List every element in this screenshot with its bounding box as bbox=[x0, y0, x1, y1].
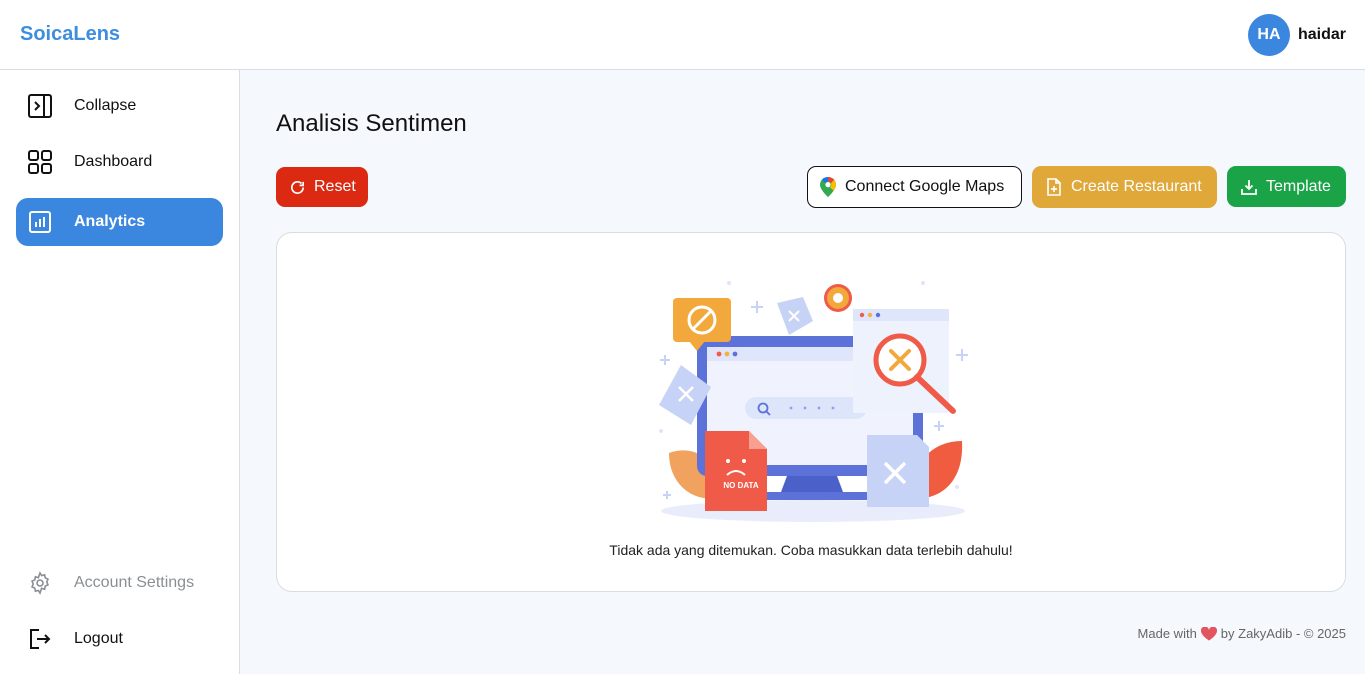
top-bar: SoicaLens HA haidar bbox=[0, 0, 1365, 70]
reset-button[interactable]: Reset bbox=[276, 167, 368, 207]
refresh-icon bbox=[288, 178, 306, 196]
sidebar-collapse-icon bbox=[26, 92, 54, 120]
footer-credit: by ZakyAdib - © 2025 bbox=[1220, 626, 1346, 641]
template-download-button[interactable]: Template bbox=[1227, 166, 1346, 207]
avatar[interactable]: HA bbox=[1247, 14, 1290, 56]
google-maps-pin-icon bbox=[819, 177, 837, 197]
no-data-illustration: NO DATA bbox=[659, 281, 968, 522]
sidebar-item-account-settings[interactable]: Account Settings bbox=[16, 559, 223, 607]
sidebar-item-label: Account Settings bbox=[74, 574, 195, 591]
reset-label: Reset bbox=[314, 178, 356, 195]
empty-state-message: Tidak ada yang ditemukan. Coba masukkan … bbox=[609, 542, 1013, 558]
sidebar-item-collapse[interactable]: Collapse bbox=[16, 82, 223, 130]
sidebar-item-label: Analytics bbox=[74, 213, 146, 230]
sidebar-item-dashboard[interactable]: Dashboard bbox=[16, 138, 223, 186]
user-menu[interactable]: HA haidar bbox=[1247, 14, 1346, 56]
sidebar-item-label: Collapse bbox=[74, 97, 137, 114]
results-card: NO DATA Tidak ada yang ditemukan. Coba m… bbox=[276, 232, 1346, 592]
heart-icon bbox=[1200, 626, 1217, 641]
sidebar: Collapse Dashboard Analytics Account Set… bbox=[0, 70, 240, 674]
sidebar-item-analytics[interactable]: Analytics bbox=[16, 198, 223, 246]
grid-icon bbox=[26, 148, 54, 176]
footer-made-with: Made with bbox=[1137, 626, 1197, 641]
create-restaurant-label: Create Restaurant bbox=[1071, 178, 1202, 195]
footer: Made with by ZakyAdib - © 2025 bbox=[1138, 626, 1346, 641]
bar-chart-icon bbox=[26, 208, 54, 236]
no-data-label: NO DATA bbox=[723, 481, 758, 490]
sidebar-item-logout[interactable]: Logout bbox=[16, 615, 223, 663]
download-icon bbox=[1240, 178, 1258, 196]
create-restaurant-button[interactable]: Create Restaurant bbox=[1032, 166, 1217, 208]
logout-icon bbox=[26, 625, 54, 653]
gear-icon bbox=[26, 569, 54, 597]
sidebar-item-label: Logout bbox=[74, 630, 123, 647]
connect-google-maps-button[interactable]: Connect Google Maps bbox=[807, 166, 1022, 208]
file-plus-icon bbox=[1045, 178, 1063, 196]
sidebar-item-label: Dashboard bbox=[74, 153, 153, 170]
template-label: Template bbox=[1266, 177, 1331, 195]
page-title: Analisis Sentimen bbox=[276, 110, 467, 137]
connect-google-maps-label: Connect Google Maps bbox=[845, 178, 1005, 195]
brand-logo[interactable]: SoicaLens bbox=[20, 23, 120, 46]
user-name[interactable]: haidar bbox=[1298, 26, 1346, 44]
